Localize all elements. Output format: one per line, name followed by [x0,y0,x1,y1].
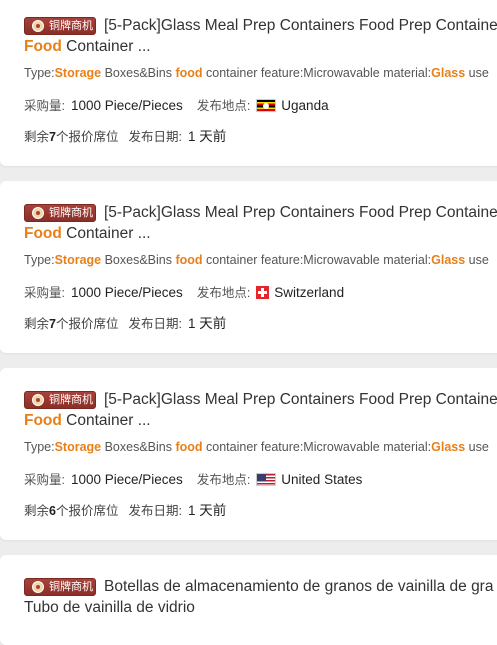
date-value: 1 天前 [187,129,227,144]
listing-title[interactable]: 铜牌商机 [5-Pack]Glass Meal Prep Containers F… [24,15,497,36]
quantity-location-row: 采购量: 1000 Piece/Pieces 发布地点: Uganda [24,95,329,114]
product-attributes: Type:Storage Boxes&Bins food container f… [24,440,489,454]
bronze-badge: 铜牌商机 [24,391,96,409]
highlight-keyword: Food [24,225,62,242]
location-label: 发布地点: [196,473,251,487]
location-label: 发布地点: [196,99,251,113]
listing-title[interactable]: 铜牌商机 [5-Pack]Glass Meal Prep Containers F… [24,389,497,410]
quantity-value: 1000 Piece/Pieces [70,285,183,300]
date-value: 1 天前 [187,316,227,331]
medal-icon [32,207,44,219]
badge-label: 铜牌商机 [49,207,93,219]
product-attributes: Type:Storage Boxes&Bins food container f… [24,66,489,80]
date-label: 发布日期: [128,130,182,144]
listing-card[interactable]: 铜牌商机 [5-Pack]Glass Meal Prep Containers F… [0,181,497,353]
badge-label: 铜牌商机 [49,581,93,593]
country-name: Uganda [281,98,329,113]
title-text-continued: Container ... [61,38,151,55]
title-text-continued: Tubo de vainilla de vidrio [24,599,195,616]
title-line2[interactable]: Food Container ... [24,36,151,57]
medal-icon [32,20,44,32]
bid-date-row: 剩余7个报价席位 发布日期: 1 天前 [24,129,227,144]
title-text[interactable]: [5-Pack]Glass Meal Prep Containers Food … [104,391,497,408]
country-name: United States [281,472,363,487]
title-text[interactable]: [5-Pack]Glass Meal Prep Containers Food … [104,204,497,221]
bid-date-row: 剩余6个报价席位 发布日期: 1 天前 [24,503,227,518]
title-text[interactable]: Botellas de almacenamiento de granos de … [104,578,493,595]
highlight-keyword: Food [24,412,62,429]
product-attributes: Type:Storage Boxes&Bins food container f… [24,253,489,267]
usa-flag-icon [256,473,277,486]
title-line2[interactable]: Tubo de vainilla de vidrio [24,597,195,618]
remaining-slots: 7 [49,130,56,144]
quantity-value: 1000 Piece/Pieces [70,98,183,113]
quantity-label: 采购量: [24,99,65,113]
title-line2[interactable]: Food Container ... [24,223,151,244]
quantity-location-row: 采购量: 1000 Piece/Pieces 发布地点: United States [24,469,362,488]
bronze-badge: 铜牌商机 [24,17,96,35]
title-line2[interactable]: Food Container ... [24,410,151,431]
title-text-continued: Container ... [61,412,151,429]
listing-card[interactable]: 铜牌商机 [5-Pack]Glass Meal Prep Containers F… [0,368,497,540]
title-text[interactable]: [5-Pack]Glass Meal Prep Containers Food … [104,17,497,34]
badge-label: 铜牌商机 [49,394,93,406]
quantity-label: 采购量: [24,473,65,487]
medal-icon [32,394,44,406]
medal-icon [32,581,44,593]
bronze-badge: 铜牌商机 [24,578,96,596]
listing-card[interactable]: 铜牌商机 [5-Pack]Glass Meal Prep Containers F… [0,0,497,166]
listing-title[interactable]: 铜牌商机 [5-Pack]Glass Meal Prep Containers F… [24,202,497,223]
quantity-location-row: 采购量: 1000 Piece/Pieces 发布地点: Switzerland [24,282,344,301]
date-value: 1 天前 [187,503,227,518]
listing-title[interactable]: 铜牌商机 Botellas de almacenamiento de granos… [24,576,497,597]
remaining-slots: 7 [49,317,56,331]
country-name: Switzerland [274,285,345,300]
remaining-slots: 6 [49,504,56,518]
date-label: 发布日期: [128,504,182,518]
switzerland-flag-icon [256,286,270,299]
quantity-value: 1000 Piece/Pieces [70,472,183,487]
quantity-label: 采购量: [24,286,65,300]
location-label: 发布地点: [196,286,251,300]
date-label: 发布日期: [128,317,182,331]
highlight-keyword: Food [24,38,62,55]
uganda-flag-icon [256,99,277,112]
bronze-badge: 铜牌商机 [24,204,96,222]
bid-date-row: 剩余7个报价席位 发布日期: 1 天前 [24,316,227,331]
listing-card[interactable]: 铜牌商机 Botellas de almacenamiento de granos… [0,555,497,645]
badge-label: 铜牌商机 [49,20,93,32]
title-text-continued: Container ... [61,225,151,242]
